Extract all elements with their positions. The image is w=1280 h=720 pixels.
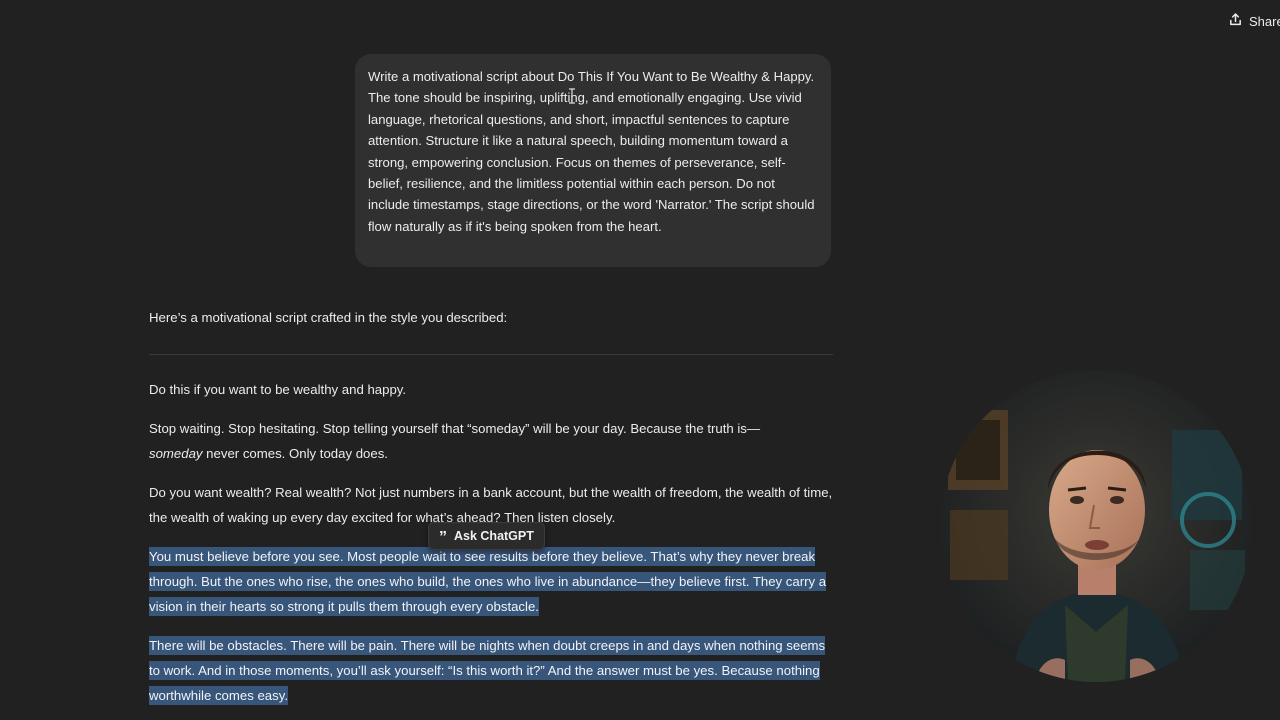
webcam-overlay bbox=[940, 370, 1252, 682]
ask-chatgpt-button[interactable]: ” Ask ChatGPT bbox=[428, 522, 545, 550]
share-icon bbox=[1228, 12, 1243, 30]
user-message-text: Write a motivational script about Do Thi… bbox=[368, 69, 815, 234]
divider bbox=[149, 354, 833, 355]
chat-page: Share Write a motivational script about … bbox=[0, 0, 1280, 720]
script-paragraph-2: Stop waiting. Stop hesitating. Stop tell… bbox=[149, 416, 833, 466]
assistant-intro: Here’s a motivational script crafted in … bbox=[149, 310, 508, 325]
share-button[interactable]: Share bbox=[1228, 10, 1280, 32]
selected-text-paragraph-4[interactable]: You must believe before you see. Most pe… bbox=[149, 547, 827, 616]
share-label: Share bbox=[1249, 13, 1280, 29]
selected-text-paragraph-5[interactable]: There will be obstacles. There will be p… bbox=[149, 636, 826, 705]
script-paragraph-5[interactable]: There will be obstacles. There will be p… bbox=[149, 633, 833, 708]
assistant-message: Here’s a motivational script crafted in … bbox=[149, 306, 833, 720]
quote-icon: ” bbox=[439, 529, 447, 546]
presenter-avatar bbox=[940, 370, 1252, 682]
ask-chatgpt-label: Ask ChatGPT bbox=[454, 529, 534, 543]
script-paragraph-4[interactable]: You must believe before you see. Most pe… bbox=[149, 544, 833, 619]
paragraph-2-text-b: never comes. Only today does. bbox=[202, 446, 388, 461]
paragraph-2-text-a: Stop waiting. Stop hesitating. Stop tell… bbox=[149, 421, 761, 436]
paragraph-2-emphasis: someday bbox=[149, 446, 203, 461]
script-paragraph-1: Do this if you want to be wealthy and ha… bbox=[149, 382, 407, 397]
user-message-bubble: Write a motivational script about Do Thi… bbox=[355, 54, 831, 267]
